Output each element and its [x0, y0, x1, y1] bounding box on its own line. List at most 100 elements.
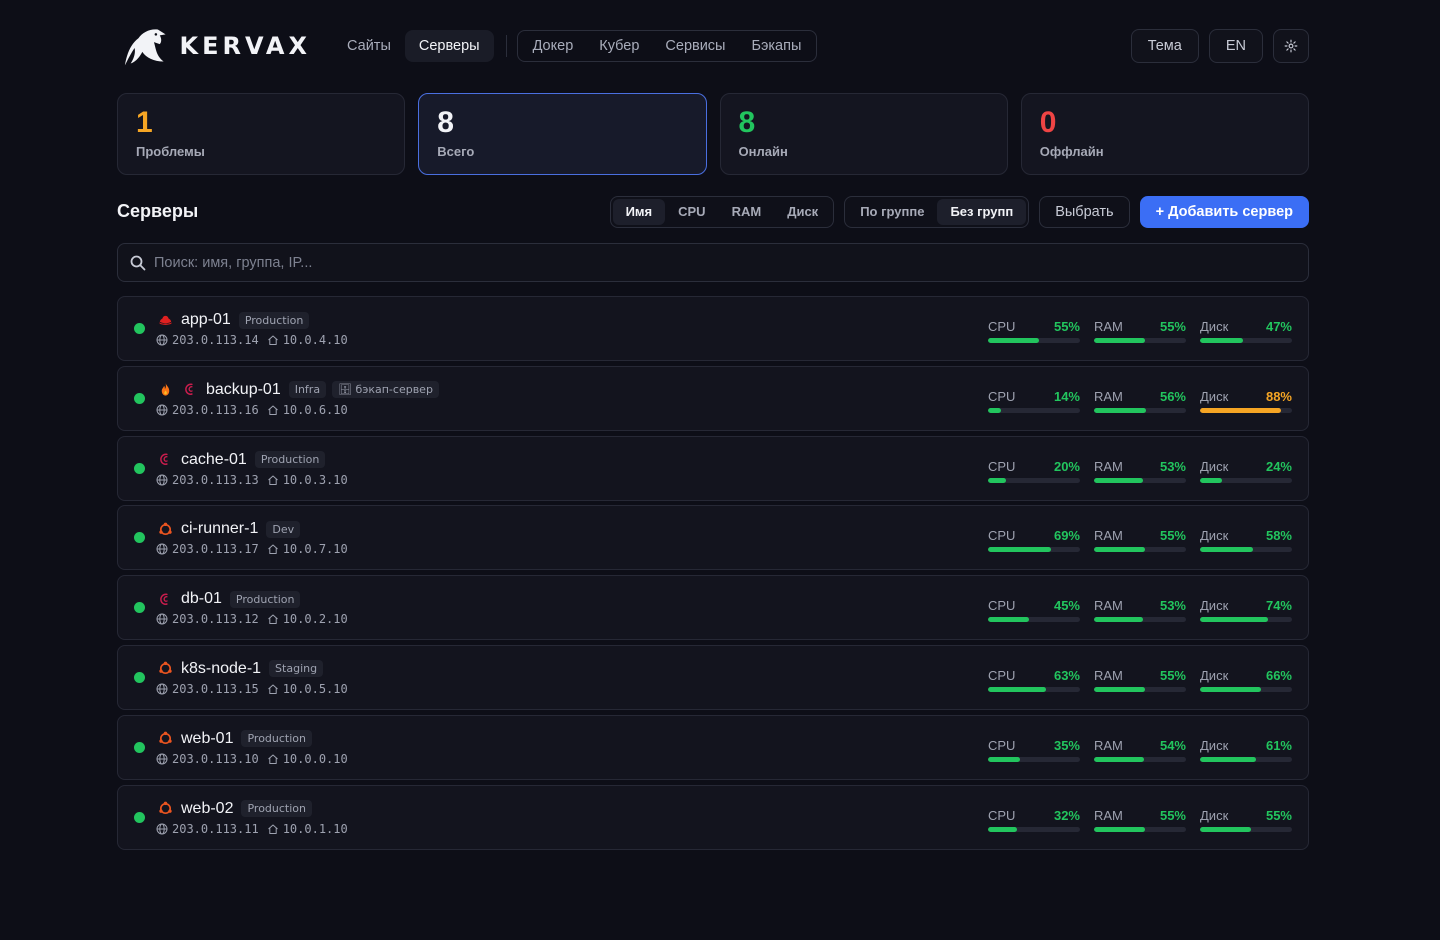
stat-card-online[interactable]: 8 Онлайн [719, 93, 1008, 175]
server-name[interactable]: web-02 [181, 800, 233, 818]
server-row[interactable]: app-01 Production 203.0.113.14 10.0.4.10 CPU… [117, 296, 1309, 361]
stat-card-offline[interactable]: 0 Оффлайн [1020, 93, 1309, 175]
nav-docker[interactable]: Докер [520, 30, 587, 62]
metric-bar [1200, 686, 1292, 692]
metric-bar-fill [988, 686, 1046, 692]
nav-services[interactable]: Сервисы [652, 30, 738, 62]
stat-card-total[interactable]: 8 Всего [418, 93, 707, 175]
server-badge: 🗄 бэкап-сервер [332, 381, 439, 399]
sort-segment: Имя CPU RAM Диск [609, 196, 835, 228]
metric-label: CPU [988, 737, 1016, 753]
server-row[interactable]: cache-01 Production 203.0.113.13 10.0.3.10 C… [117, 435, 1309, 501]
public-ip: 203.0.113.13 [172, 472, 259, 487]
theme-button[interactable]: Тема [1130, 29, 1199, 63]
private-ip: 10.0.3.10 [282, 472, 348, 487]
metric-value: 55% [1159, 667, 1186, 683]
server-row[interactable]: db-01 Production 203.0.113.12 10.0.2.10 CPU 4… [117, 575, 1309, 641]
metric-cpu: CPU 55% [988, 319, 1080, 343]
server-name[interactable]: backup-01 [206, 381, 281, 399]
stat-value: 1 [136, 106, 153, 139]
metric-bar-fill [988, 338, 1039, 343]
metric-label: Диск [1200, 807, 1229, 823]
search-input[interactable] [154, 254, 1254, 271]
group-by-group[interactable]: По группе [847, 199, 937, 225]
brand-logo[interactable]: KERVAX [121, 26, 311, 66]
group-none[interactable]: Без групп [937, 199, 1027, 225]
search-box [117, 243, 1309, 282]
metric-disk: Диск 61% [1200, 738, 1292, 762]
metric-value: 63% [1053, 667, 1080, 683]
metric-cpu: CPU 45% [988, 598, 1080, 623]
ubuntu-icon [156, 660, 174, 678]
metric-value: 14% [1053, 388, 1080, 404]
sort-by-ram[interactable]: RAM [719, 199, 775, 225]
nav-backups[interactable]: Бэкапы [738, 30, 814, 62]
metric-bar [1200, 617, 1292, 623]
settings-button[interactable] [1273, 29, 1309, 63]
metric-value: 32% [1053, 807, 1080, 823]
server-row[interactable]: backup-01 Infra 🗄 бэкап-сервер 203.0.113.16… [117, 365, 1309, 431]
server-name[interactable]: db-01 [181, 590, 222, 608]
server-name[interactable]: ci-runner-1 [181, 520, 258, 538]
public-ip: 203.0.113.15 [172, 681, 259, 696]
metric-value: 47% [1265, 319, 1292, 334]
metric-label: CPU [988, 598, 1016, 614]
metric-label: CPU [988, 528, 1016, 544]
gear-icon [1284, 39, 1298, 53]
metric-disk: Диск 47% [1200, 319, 1292, 343]
server-name[interactable]: app-01 [181, 311, 231, 329]
metric-bar [1200, 407, 1292, 413]
metric-bar [988, 686, 1080, 692]
search-icon [130, 255, 146, 270]
metric-bar [988, 756, 1080, 762]
brand-name: KERVAX [179, 32, 311, 60]
metric-ram: RAM 53% [1094, 598, 1186, 623]
home-icon [267, 334, 279, 346]
nav-kuber[interactable]: Кубер [586, 30, 652, 62]
server-info: cache-01 Production 203.0.113.13 10.0.3.10 [156, 449, 348, 487]
server-name[interactable]: web-01 [181, 730, 233, 748]
server-badge: Production [254, 451, 326, 469]
metric-label: Диск [1200, 598, 1229, 614]
add-server-button[interactable]: + Добавить сервер [1139, 196, 1309, 228]
public-ip: 203.0.113.11 [172, 821, 259, 836]
server-badge: Production [241, 730, 313, 748]
main-nav: Сайты Серверы Докер Кубер Сервисы Бэкапы [333, 30, 818, 62]
metric-disk: Диск 88% [1200, 389, 1292, 413]
server-name[interactable]: cache-01 [181, 451, 247, 469]
metric-bar-fill [1094, 407, 1146, 413]
server-info: web-02 Production 203.0.113.11 10.0.1.10 [156, 798, 348, 836]
server-row[interactable]: web-02 Production 203.0.113.11 10.0.1.10 CPU… [117, 784, 1309, 850]
metric-bar [1094, 756, 1186, 762]
server-row[interactable]: web-01 Production 203.0.113.10 10.0.0.10 CPU… [117, 714, 1309, 780]
metric-bar [1094, 617, 1186, 623]
servers-toolbar: Серверы Имя CPU RAM Диск По группе Без г… [117, 196, 1309, 228]
header-actions: Тема EN [1130, 29, 1309, 63]
server-info: app-01 Production 203.0.113.14 10.0.4.10 [156, 309, 348, 347]
server-badge: Infra [288, 381, 327, 399]
public-ip: 203.0.113.14 [172, 333, 259, 347]
status-dot [134, 323, 145, 334]
select-button[interactable]: Выбрать [1039, 196, 1130, 228]
sort-by-name[interactable]: Имя [612, 199, 666, 225]
metric-bar-fill [1200, 686, 1261, 692]
stat-card-problems[interactable]: 1 Проблемы [117, 93, 406, 175]
server-name[interactable]: k8s-node-1 [181, 660, 261, 678]
public-ip: 203.0.113.16 [172, 402, 259, 417]
metric-label: Диск [1200, 319, 1229, 334]
metric-bar [988, 617, 1080, 623]
nav-sites[interactable]: Сайты [333, 30, 405, 62]
metric-label: CPU [988, 667, 1016, 683]
sort-by-disk[interactable]: Диск [774, 199, 831, 225]
metric-bar [1200, 338, 1292, 343]
metric-label: RAM [1094, 528, 1123, 544]
nav-servers[interactable]: Серверы [404, 30, 494, 62]
server-row[interactable]: k8s-node-1 Staging 203.0.113.15 10.0.5.10 CP… [117, 644, 1309, 710]
language-button[interactable]: EN [1208, 29, 1263, 63]
home-icon [267, 613, 279, 625]
metric-value: 55% [1053, 319, 1080, 334]
sort-by-cpu[interactable]: CPU [665, 199, 718, 225]
server-row[interactable]: ci-runner-1 Dev 203.0.113.17 10.0.7.10 CPU 69… [117, 505, 1309, 571]
metric-bar-fill [1094, 547, 1145, 553]
server-badge: Staging [269, 660, 324, 678]
